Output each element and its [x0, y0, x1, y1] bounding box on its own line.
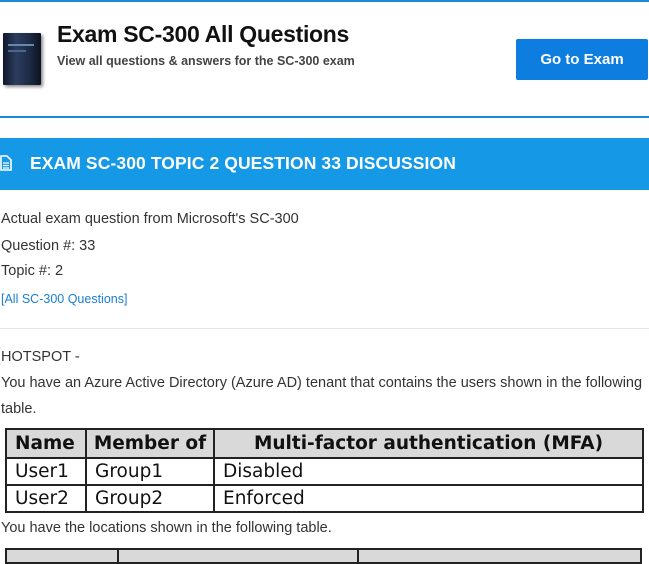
- all-questions-link[interactable]: [All SC-300 Questions]: [1, 292, 127, 306]
- exam-header: Exam SC-300 All Questions View all quest…: [0, 2, 649, 116]
- exam-subtitle: View all questions & answers for the SC-…: [57, 54, 355, 68]
- table-header-row: Name Member of Multi-factor authenticati…: [5, 428, 644, 459]
- table-cell: [117, 548, 359, 564]
- table-cell: Enforced: [213, 484, 644, 513]
- discussion-banner: EXAM SC-300 TOPIC 2 QUESTION 33 DISCUSSI…: [0, 138, 649, 190]
- question-number: Question #: 33: [1, 238, 96, 254]
- table-cell: Group1: [85, 457, 215, 486]
- exam-title: Exam SC-300 All Questions: [57, 21, 350, 47]
- exam-book-icon: [3, 33, 41, 85]
- users-table: Name Member of Multi-factor authenticati…: [5, 428, 644, 513]
- question-type: HOTSPOT -: [1, 349, 80, 365]
- table-row: User1 Group1 Disabled: [5, 457, 644, 486]
- table-cell: [5, 548, 119, 564]
- column-header-member-of: Member of: [85, 428, 215, 459]
- topic-number: Topic #: 2: [1, 263, 64, 279]
- discussion-title: EXAM SC-300 TOPIC 2 QUESTION 33 DISCUSSI…: [30, 153, 456, 173]
- question-source: Actual exam question from Microsoft's SC…: [1, 211, 299, 227]
- table-cell: [357, 548, 642, 564]
- table-header-row: [5, 548, 642, 564]
- table-cell: Group2: [85, 484, 215, 513]
- table-cell: User1: [5, 457, 87, 486]
- question-intro: You have an Azure Active Directory (Azur…: [1, 375, 643, 391]
- column-header-name: Name: [5, 428, 87, 459]
- table-cell: User2: [5, 484, 87, 513]
- header-bottom-border: [0, 116, 649, 118]
- divider: [0, 328, 649, 329]
- document-icon: [0, 155, 12, 171]
- locations-table: [5, 548, 642, 564]
- table-cell: Disabled: [213, 457, 644, 486]
- question-intro-cont: table.: [1, 401, 37, 417]
- locations-intro: You have the locations shown in the foll…: [1, 520, 332, 536]
- column-header-mfa: Multi-factor authentication (MFA): [213, 428, 644, 459]
- go-to-exam-button[interactable]: Go to Exam: [516, 39, 648, 80]
- table-row: User2 Group2 Enforced: [5, 484, 644, 513]
